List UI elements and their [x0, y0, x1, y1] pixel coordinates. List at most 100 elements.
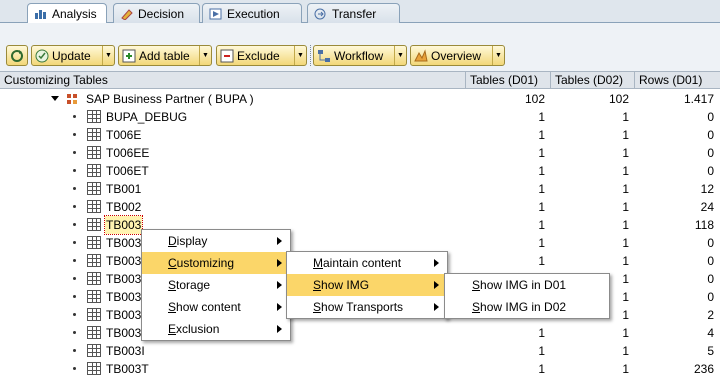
menu-item-storage[interactable]: Storage — [142, 274, 290, 296]
table-name[interactable]: TB003 — [106, 252, 141, 270]
overview-dropdown[interactable]: ▼ — [492, 46, 504, 65]
tables-d01-value: 1 — [538, 326, 545, 340]
menu-item-exclusion[interactable]: Exclusion — [142, 318, 290, 340]
menu-item-show-transports[interactable]: Show Transports — [287, 296, 447, 318]
tables-d02-value: 1 — [622, 236, 629, 250]
column-header[interactable]: Rows (D01) — [635, 72, 720, 89]
table-row[interactable]: TB002 1 1 24 — [0, 198, 720, 216]
tables-d02-value: 1 — [622, 146, 629, 160]
add-table-button[interactable]: Add table ▼ — [118, 45, 212, 66]
table-name[interactable]: T006EE — [106, 144, 149, 162]
mnemonic: S — [313, 300, 322, 314]
menu-item-show-img-in-d01[interactable]: Show IMG in D01 — [445, 274, 609, 296]
table-name[interactable]: TB003I — [106, 342, 145, 360]
table-row[interactable]: TB003 1 1 4 — [0, 324, 720, 342]
table-name[interactable]: TB003 — [103, 215, 144, 235]
menu-item-show-content[interactable]: Show content — [142, 296, 290, 318]
table-name[interactable]: TB002 — [106, 198, 141, 216]
submenu-arrow-icon — [277, 237, 282, 245]
column-header[interactable]: Tables (D01) — [466, 72, 551, 89]
mnemonic: S — [168, 300, 177, 314]
table-icon — [87, 290, 101, 303]
customizing-submenu: Maintain content Show IMG Show Transports — [286, 251, 448, 319]
mnemonic: S — [313, 278, 322, 292]
menu-item-customizing[interactable]: Customizing — [142, 252, 290, 274]
table-name[interactable]: TB003 — [106, 270, 141, 288]
column-header[interactable]: Tables (D02) — [551, 72, 635, 89]
workflow-icon — [317, 49, 331, 63]
rows-d01-value: 12 — [700, 182, 714, 196]
menu-item-label: torage — [176, 278, 211, 292]
add-table-dropdown[interactable]: ▼ — [199, 46, 211, 65]
table-row[interactable]: BUPA_DEBUG 1 1 0 — [0, 108, 720, 126]
rows-d01-value: 118 — [694, 218, 714, 232]
mnemonic: S — [472, 278, 481, 292]
column-header[interactable]: Customizing Tables — [0, 72, 466, 89]
add-table-icon — [122, 49, 136, 63]
table-name[interactable]: TB003 — [106, 288, 141, 306]
rows-d01-value: 0 — [707, 290, 714, 304]
rows-d01-value: 5 — [707, 344, 714, 358]
table-row[interactable]: T006E 1 1 0 — [0, 126, 720, 144]
submenu-arrow-icon — [277, 259, 282, 267]
collapse-icon[interactable] — [51, 96, 59, 101]
table-name[interactable]: T006ET — [106, 162, 149, 180]
table-row[interactable]: TB003T 1 1 236 — [0, 360, 720, 378]
context-menu: Display Customizing Storage Show content Exc… — [141, 229, 291, 341]
mnemonic: D — [168, 234, 177, 248]
submenu-arrow-icon — [434, 281, 439, 289]
menu-item-maintain-content[interactable]: Maintain content — [287, 252, 447, 274]
table-icon — [87, 146, 101, 159]
table-icon — [87, 218, 101, 231]
workflow-label: Workflow — [334, 48, 384, 63]
menu-item-display[interactable]: Display — [142, 230, 290, 252]
update-dropdown[interactable]: ▼ — [102, 46, 114, 65]
tab-analysis[interactable]: Analysis — [27, 3, 107, 24]
workflow-dropdown[interactable]: ▼ — [394, 46, 406, 65]
tab-decision[interactable]: Decision — [113, 3, 200, 23]
table-icon — [87, 254, 101, 267]
tables-d01-value: 1 — [538, 236, 545, 250]
exclude-button[interactable]: Exclude ▼ — [216, 45, 307, 66]
tree-root-row[interactable]: SAP Business Partner ( BUPA ) 102 102 1.… — [0, 90, 720, 108]
tab-label: Decision — [138, 6, 185, 21]
table-name[interactable]: BUPA_DEBUG — [106, 108, 187, 126]
tables-d02-value: 1 — [622, 218, 629, 232]
table-row[interactable]: T006EE 1 1 0 — [0, 144, 720, 162]
exclude-icon — [220, 49, 234, 63]
mnemonic: M — [313, 256, 323, 270]
table-name[interactable]: T006E — [106, 126, 141, 144]
menu-item-show-img-in-d02[interactable]: Show IMG in D02 — [445, 296, 609, 318]
tables-d01-value: 1 — [538, 164, 545, 178]
table-row[interactable]: T006ET 1 1 0 — [0, 162, 720, 180]
update-label: Update — [52, 48, 91, 63]
table-name[interactable]: TB003 — [106, 306, 141, 324]
update-button[interactable]: Update ▼ — [31, 45, 115, 66]
table-name[interactable]: TB001 — [106, 180, 141, 198]
table-name[interactable]: TB003 — [106, 324, 141, 342]
tree-bullet — [73, 331, 76, 334]
menu-item-show-img[interactable]: Show IMG — [287, 274, 447, 296]
table-name[interactable]: TB003 — [106, 234, 141, 252]
exclude-dropdown[interactable]: ▼ — [294, 46, 306, 65]
table-name[interactable]: TB003T — [106, 360, 149, 378]
table-row[interactable]: TB003 1 1 0 — [0, 234, 720, 252]
tab-execution[interactable]: Execution — [202, 3, 302, 23]
overview-button[interactable]: Overview ▼ — [410, 45, 505, 66]
tables-d02-value: 1 — [622, 110, 629, 124]
workflow-button[interactable]: Workflow ▼ — [313, 45, 407, 66]
transfer-icon — [314, 8, 328, 20]
table-row[interactable]: TB001 1 1 12 — [0, 180, 720, 198]
tab-transfer[interactable]: Transfer — [307, 3, 400, 23]
refresh-button[interactable] — [6, 45, 28, 66]
table-row[interactable]: TB003 1 1 118 — [0, 215, 720, 235]
tree-bullet — [73, 259, 76, 262]
tables-d01-value: 102 — [524, 92, 545, 106]
tables-d01-value: 1 — [538, 362, 545, 376]
table-row[interactable]: TB003I 1 1 5 — [0, 342, 720, 360]
tables-d02-value: 1 — [622, 344, 629, 358]
tables-d02-value: 1 — [622, 254, 629, 268]
exclude-label: Exclude — [237, 48, 280, 63]
mnemonic: E — [168, 322, 177, 336]
tables-d02-value: 1 — [622, 200, 629, 214]
